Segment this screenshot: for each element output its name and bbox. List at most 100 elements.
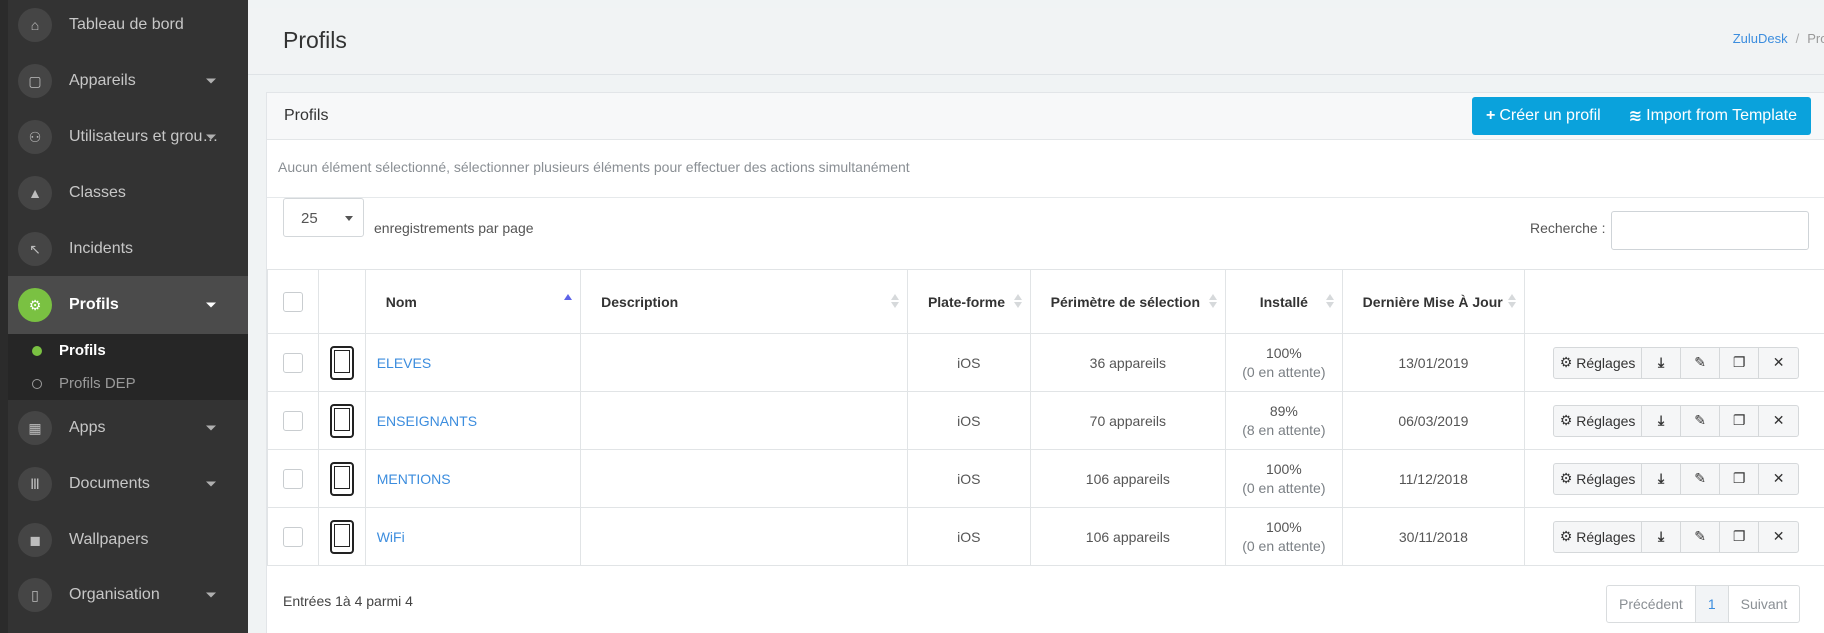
prev-page-button[interactable]: Précédent	[1607, 586, 1696, 622]
download-button[interactable]: ⤓	[1642, 347, 1682, 378]
sidebar-item-organisation[interactable]: ▯ Organisation	[8, 567, 248, 623]
active-dot-icon	[32, 345, 42, 356]
column-header-scope[interactable]: Périmètre de sélection	[1029, 269, 1227, 334]
platform-cell: iOS	[906, 391, 1031, 450]
scope-cell: 106 appareils	[1029, 507, 1227, 566]
device-icon: ▢	[18, 64, 52, 98]
breadcrumb-root[interactable]: ZuluDesk	[1733, 31, 1788, 46]
sidebar-item-devices[interactable]: ▢ Appareils	[8, 53, 248, 109]
duplicate-button[interactable]: ❐	[1720, 347, 1760, 378]
table-header-row: Nom Description Plate-forme Périmètre de…	[267, 269, 1824, 334]
search-label: Recherche :	[1530, 220, 1606, 236]
profile-name-link[interactable]: ENSEIGNANTS	[366, 413, 477, 429]
sidebar-item-documents[interactable]: Ⅲ Documents	[8, 456, 248, 512]
description-cell	[580, 507, 908, 566]
row-checkbox[interactable]	[282, 526, 303, 547]
close-icon: ✕	[1772, 470, 1785, 486]
submenu-item-label: Profils	[59, 342, 106, 359]
scope-cell: 36 appareils	[1029, 333, 1227, 392]
delete-button[interactable]: ✕	[1759, 522, 1798, 552]
cogs-icon: ⚙	[1559, 470, 1577, 486]
sidebar-item-incidents[interactable]: ↖ Incidents	[8, 221, 248, 277]
updated-cell: 30/11/2018	[1341, 507, 1526, 566]
pagination: Précédent 1 Suivant	[1606, 585, 1801, 623]
table-row: ENSEIGNANTS iOS 70 appareils 89% (8 en a…	[267, 391, 1824, 450]
sidebar-item-users[interactable]: ⚇ Utilisateurs et grou…	[8, 109, 248, 165]
sort-asc-icon	[564, 294, 573, 310]
select-all-checkbox[interactable]	[282, 291, 303, 312]
copy-icon: ❐	[1732, 528, 1746, 544]
edit-button[interactable]: ✎	[1681, 347, 1721, 378]
chevron-down-icon	[206, 425, 216, 431]
graduation-cap-icon: ▲	[18, 176, 52, 210]
sidebar-item-label: Tableau de bord	[69, 16, 184, 33]
download-icon: ⤓	[1658, 528, 1665, 544]
actions-cell: ⚙ Réglages ⤓ ✎ ❐ ✕	[1524, 449, 1824, 508]
download-icon: ⤓	[1658, 354, 1665, 370]
sidebar-item-apps[interactable]: ▦ Apps	[8, 400, 248, 456]
installed-cell: 100% (0 en attente)	[1225, 507, 1343, 566]
delete-button[interactable]: ✕	[1759, 406, 1798, 436]
column-header-name[interactable]: Nom	[364, 269, 582, 334]
chevron-down-icon	[206, 78, 216, 84]
profiles-submenu: Profils Profils DEP	[8, 334, 248, 400]
page-title: Profils	[283, 27, 347, 53]
edit-button[interactable]: ✎	[1681, 521, 1721, 552]
settings-button[interactable]: ⚙ Réglages	[1554, 463, 1643, 494]
page-size-select[interactable]: 25	[283, 198, 364, 237]
delete-button[interactable]: ✕	[1759, 464, 1798, 494]
column-header-description[interactable]: Description	[580, 269, 908, 334]
platform-cell: iOS	[906, 333, 1031, 392]
settings-button[interactable]: ⚙ Réglages	[1554, 405, 1643, 436]
sidebar-item-label: Incidents	[69, 240, 134, 257]
profiles-table: Nom Description Plate-forme Périmètre de…	[267, 269, 1824, 566]
page-1-button[interactable]: 1	[1695, 586, 1729, 622]
actions-cell: ⚙ Réglages ⤓ ✎ ❐ ✕	[1524, 507, 1824, 566]
description-cell	[580, 449, 908, 508]
sidebar-item-profiles[interactable]: ⚙ Profils	[8, 276, 248, 334]
panel-title: Profils	[284, 107, 329, 124]
home-icon: ⌂	[18, 8, 52, 42]
sidebar-item-wallpapers[interactable]: ◼ Wallpapers	[8, 512, 248, 568]
submenu-item-profiles[interactable]: Profils	[8, 334, 248, 367]
sidebar-item-label: Documents	[69, 475, 150, 492]
download-button[interactable]: ⤓	[1642, 405, 1682, 436]
submenu-item-label: Profils DEP	[59, 375, 136, 392]
settings-button[interactable]: ⚙ Réglages	[1554, 521, 1643, 552]
profile-name-link[interactable]: MENTIONS	[366, 471, 451, 487]
phone-icon	[329, 461, 354, 496]
column-header-platform[interactable]: Plate-forme	[906, 269, 1031, 334]
sidebar-item-label: Organisation	[69, 586, 160, 603]
sidebar-item-dashboard[interactable]: ⌂ Tableau de bord	[8, 0, 248, 53]
profile-name-link[interactable]: WiFi	[366, 529, 405, 545]
installed-cell: 100% (0 en attente)	[1225, 449, 1343, 508]
edit-button[interactable]: ✎	[1681, 405, 1721, 436]
next-page-button[interactable]: Suivant	[1729, 586, 1800, 622]
download-button[interactable]: ⤓	[1642, 521, 1682, 552]
plus-icon: +	[1486, 107, 1496, 124]
row-checkbox[interactable]	[282, 410, 303, 431]
table-row: MENTIONS iOS 106 appareils 100% (0 en at…	[267, 449, 1824, 508]
column-header-installed[interactable]: Installé	[1225, 269, 1343, 334]
row-checkbox[interactable]	[282, 468, 303, 489]
delete-button[interactable]: ✕	[1759, 348, 1798, 378]
profile-name-link[interactable]: ELEVES	[366, 355, 431, 371]
settings-button[interactable]: ⚙ Réglages	[1554, 347, 1643, 378]
search-input[interactable]	[1611, 211, 1809, 250]
pencil-icon: ✎	[1694, 412, 1706, 428]
download-button[interactable]: ⤓	[1642, 463, 1682, 494]
row-checkbox[interactable]	[282, 352, 303, 373]
table-row: WiFi iOS 106 appareils 100% (0 en attent…	[267, 507, 1824, 566]
duplicate-button[interactable]: ❐	[1720, 463, 1760, 494]
create-profile-button[interactable]: + Créer un profil	[1472, 97, 1615, 135]
sidebar-item-label: Wallpapers	[69, 531, 149, 548]
sidebar-item-classes[interactable]: ▲ Classes	[8, 165, 248, 221]
duplicate-button[interactable]: ❐	[1720, 405, 1760, 436]
duplicate-button[interactable]: ❐	[1720, 521, 1760, 552]
edit-button[interactable]: ✎	[1681, 463, 1721, 494]
submenu-item-profiles-dep[interactable]: Profils DEP	[8, 367, 248, 400]
row-actions: ⚙ Réglages ⤓ ✎ ❐ ✕	[1553, 462, 1800, 495]
column-header-updated[interactable]: Dernière Mise À Jour	[1341, 269, 1526, 334]
calculator-icon: ▦	[18, 411, 52, 445]
import-template-button[interactable]: ≋ Import from Template	[1615, 97, 1811, 135]
